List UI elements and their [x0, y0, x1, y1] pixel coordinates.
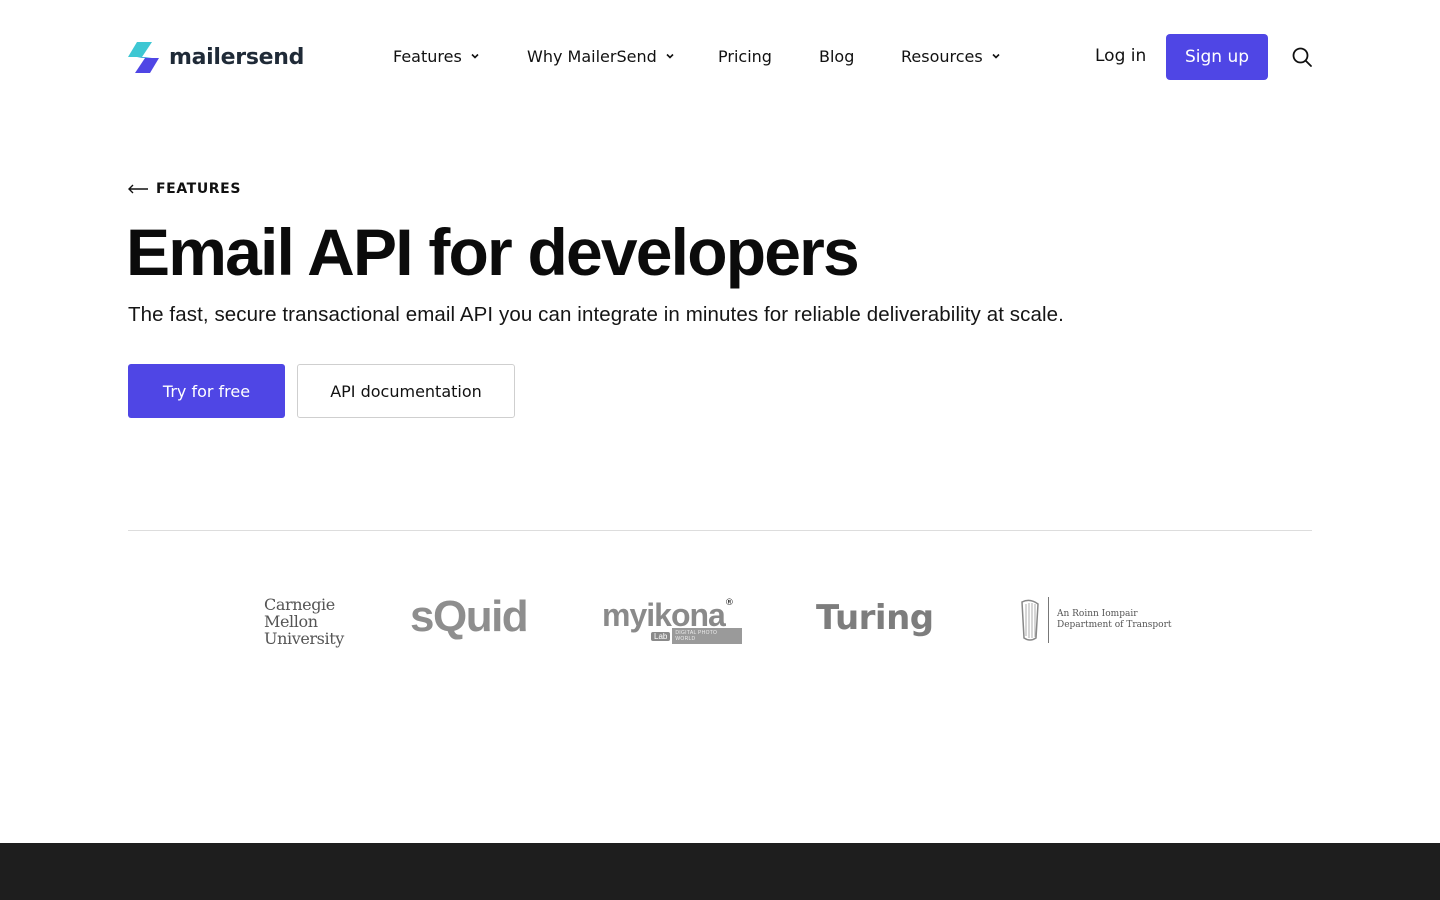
- nav-item-why-mailersend[interactable]: Why MailerSend: [527, 44, 675, 68]
- login-link[interactable]: Log in: [1095, 46, 1146, 66]
- search-icon[interactable]: [1291, 46, 1313, 68]
- harp-icon: [1021, 599, 1039, 641]
- chevron-down-icon: [666, 53, 674, 59]
- nav-item-label: Resources: [901, 46, 983, 66]
- dark-section: [0, 843, 1440, 900]
- arrow-left-icon: [128, 184, 148, 194]
- chevron-down-icon: [992, 53, 1000, 59]
- nav-item-resources[interactable]: Resources: [901, 44, 1001, 68]
- page-title: Email API for developers: [126, 215, 860, 289]
- nav-item-label: Blog: [819, 46, 855, 66]
- brand-name: mailersend: [169, 44, 305, 70]
- api-documentation-button[interactable]: API documentation: [297, 364, 515, 418]
- nav-item-label: Why MailerSend: [527, 46, 657, 66]
- myikona-lab: Lab: [651, 631, 671, 641]
- cmu-line: University: [264, 629, 344, 648]
- registered-icon: ®: [724, 598, 734, 608]
- page-subtitle: The fast, secure transactional email API…: [128, 303, 1064, 326]
- signup-button[interactable]: Sign up: [1166, 34, 1268, 80]
- carnegie-mellon-logo: Carnegie Mellon University: [264, 596, 344, 647]
- squid-logo: sQuid: [410, 592, 529, 641]
- cmu-line: Carnegie: [264, 595, 335, 614]
- myikona-tag: Lab DIGITAL PHOTO WORLD: [651, 628, 742, 644]
- nav-item-label: Features: [393, 46, 462, 66]
- section-divider: [128, 530, 1312, 531]
- chevron-down-icon: [471, 53, 479, 59]
- breadcrumb[interactable]: FEATURES: [128, 181, 241, 197]
- dot-text: An Roinn Iompair Department of Transport: [1057, 609, 1172, 631]
- breadcrumb-label: FEATURES: [156, 181, 242, 197]
- try-for-free-button[interactable]: Try for free: [128, 364, 285, 418]
- site-header: mailersend Features Why MailerSend Prici…: [0, 0, 1440, 114]
- dot-line-irish: An Roinn Iompair: [1057, 609, 1138, 619]
- dot-line-english: Department of Transport: [1057, 620, 1172, 630]
- myikona-tagline: DIGITAL PHOTO WORLD: [672, 628, 742, 644]
- department-of-transport-logo: An Roinn Iompair Department of Transport: [1018, 596, 1172, 644]
- logo-separator: [1048, 597, 1049, 643]
- nav-item-features[interactable]: Features: [393, 44, 480, 68]
- brand-logo[interactable]: mailersend: [128, 41, 304, 73]
- myikona-logo: myikona® Lab DIGITAL PHOTO WORLD: [602, 598, 742, 644]
- cmu-line: Mellon: [264, 612, 318, 631]
- nav-item-pricing[interactable]: Pricing: [718, 44, 772, 68]
- mailersend-logo-icon: [128, 41, 159, 73]
- turing-logo: Turing: [816, 598, 934, 638]
- nav-item-label: Pricing: [718, 46, 772, 66]
- nav-item-blog[interactable]: Blog: [819, 44, 854, 68]
